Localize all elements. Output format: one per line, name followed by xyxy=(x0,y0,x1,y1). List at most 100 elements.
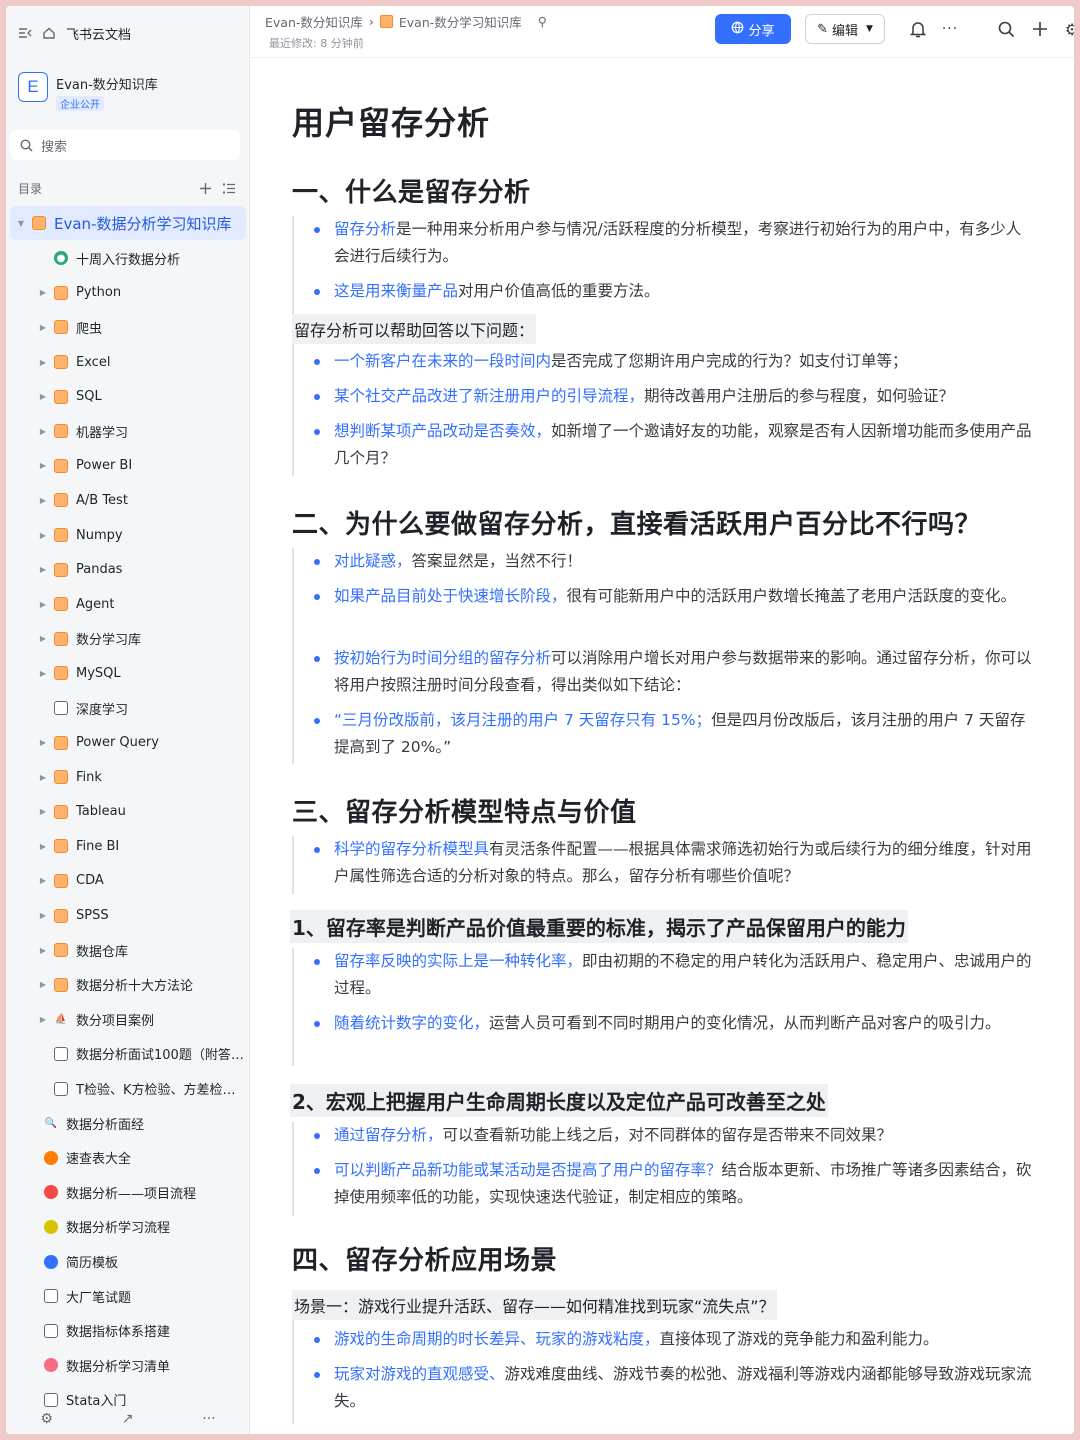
expand-caret-icon[interactable]: ▶ xyxy=(38,600,48,609)
sidebar-tree-item[interactable]: 🔍 数据分析面经 xyxy=(10,1106,246,1141)
add-icon[interactable] xyxy=(199,182,212,195)
sidebar-tree-item[interactable]: 简历模板 xyxy=(10,1244,246,1279)
knowledge-base-icon xyxy=(54,424,68,439)
home-icon[interactable] xyxy=(42,26,56,40)
settings-icon[interactable]: ⚙ xyxy=(1061,18,1074,40)
search-icon[interactable] xyxy=(995,18,1017,40)
expand-caret-icon[interactable]: ▶ xyxy=(38,531,48,540)
expand-caret-icon[interactable]: ▶ xyxy=(38,911,48,920)
knowledge-base-logo-icon: E xyxy=(18,72,48,102)
sidebar-tree-item[interactable]: ▶ 数分学习库 xyxy=(10,622,246,657)
expand-caret-icon[interactable]: ▶ xyxy=(38,980,48,989)
expand-caret-icon[interactable]: ▶ xyxy=(38,496,48,505)
sidebar-tree-item[interactable]: ▶ Python xyxy=(10,276,246,311)
list-item-highlight: 按初始行为时间分组的留存分析 xyxy=(334,649,552,667)
knowledge-base-icon xyxy=(54,355,68,370)
share-button[interactable]: 分享 xyxy=(715,14,791,44)
list-item-highlight: 一个新客户在未来的一段时间内 xyxy=(334,352,552,370)
add-icon[interactable] xyxy=(1029,18,1051,40)
list-item-text: 运营人员可看到不同时期用户的变化情况，从而判断产品对客户的吸引力。 xyxy=(489,1014,1001,1032)
sidebar-tree-label: Fink xyxy=(76,769,102,785)
sidebar-tree-item[interactable]: ▶ Fine BI xyxy=(10,829,246,864)
sidebar-tree-item[interactable]: ▶ 机器学习 xyxy=(10,414,246,449)
sidebar-tree-item[interactable]: ▶ Power Query xyxy=(10,725,246,760)
sidebar-tree-item[interactable]: ● 十周入行数据分析 xyxy=(10,241,246,276)
more-icon[interactable]: ··· xyxy=(202,1411,215,1427)
sidebar-tree-item[interactable]: 数据指标体系搭建 xyxy=(10,1313,246,1348)
search-input[interactable]: 搜索 xyxy=(10,130,240,160)
sidebar-tree-item[interactable]: ▶ Fink xyxy=(10,760,246,795)
app-name[interactable]: 飞书云文档 xyxy=(66,24,131,43)
expand-caret-icon[interactable]: ▼ xyxy=(16,219,26,228)
expand-caret-icon[interactable]: ▶ xyxy=(38,842,48,851)
expand-caret-icon[interactable]: ▶ xyxy=(38,392,48,401)
sidebar-tree-item[interactable]: ▶ A/B Test xyxy=(10,483,246,518)
sidebar-tree-item[interactable]: T检验、K方检验、方差检验... xyxy=(10,1071,246,1106)
sidebar-tree-item[interactable]: ▶ ⛵ 数分项目案例 xyxy=(10,1002,246,1037)
expand-caret-icon[interactable]: ▶ xyxy=(38,1015,48,1024)
expand-caret-icon[interactable]: ▶ xyxy=(38,876,48,885)
toc-label: 目录 xyxy=(18,182,43,196)
more-icon[interactable]: ··· xyxy=(939,18,961,40)
bell-icon[interactable] xyxy=(907,18,929,40)
sidebar-tree-item[interactable]: ▶ SQL xyxy=(10,379,246,414)
edit-button[interactable]: ✎ 编辑 ▼ xyxy=(805,14,885,44)
sidebar-tree-item[interactable]: ▶ Agent xyxy=(10,587,246,622)
quote-block-6: 场景一：游戏行业提升活跃、留存——如何精准找到玩家“流失点”？ 游戏的生命周期的… xyxy=(292,1290,1032,1424)
expand-caret-icon[interactable]: ▶ xyxy=(38,807,48,816)
edit-label: 编辑 xyxy=(831,23,858,39)
expand-caret-icon[interactable]: ▶ xyxy=(38,461,48,470)
expand-caret-icon[interactable]: ▶ xyxy=(38,738,48,747)
knowledge-base-icon xyxy=(379,15,393,28)
expand-caret-icon[interactable]: ▶ xyxy=(38,773,48,782)
sidebar-tree-item[interactable]: ▶ SPSS xyxy=(10,898,246,933)
sidebar-tree-item[interactable]: ▶ Numpy xyxy=(10,518,246,553)
breadcrumb-item-kb[interactable]: Evan-数分知识库 xyxy=(265,12,363,31)
expand-caret-icon[interactable]: ▶ xyxy=(38,946,48,955)
settings-icon[interactable]: ⚙ xyxy=(40,1411,53,1427)
sidebar-tree-item[interactable]: ▶ 数据仓库 xyxy=(10,933,246,968)
expand-caret-icon[interactable]: ▶ xyxy=(38,427,48,436)
sidebar-tree-item[interactable]: ▶ 爬虫 xyxy=(10,310,246,345)
sidebar-tree-item[interactable]: ▶ Pandas xyxy=(10,552,246,587)
sidebar-tree-item[interactable]: 数据分析学习流程 xyxy=(10,1210,246,1245)
sidebar-tree-item[interactable]: ▶ 数据分析十大方法论 xyxy=(10,967,246,1002)
sidebar-tree-item[interactable]: 数据分析学习清单 xyxy=(10,1348,246,1383)
expand-caret-icon[interactable]: ▶ xyxy=(38,323,48,332)
expand-caret-icon[interactable]: ▶ xyxy=(38,288,48,297)
chevron-down-icon: ▼ xyxy=(866,24,873,34)
expand-caret-icon[interactable]: ▶ xyxy=(38,634,48,643)
list-item-highlight: 如果产品目前处于快速增长阶段， xyxy=(334,587,567,605)
sidebar-tree-item[interactable]: ▶ MySQL xyxy=(10,656,246,691)
expand-caret-icon[interactable]: ▶ xyxy=(38,358,48,367)
toc-header: 目录 xyxy=(18,180,236,197)
sidebar-tree-item[interactable]: 速查表大全 xyxy=(10,1140,246,1175)
sidebar-tree-item[interactable]: 数据分析——项目流程 xyxy=(10,1175,246,1210)
collapse-sidebar-icon[interactable] xyxy=(18,26,32,40)
section-heading-4: 四、留存分析应用场景 xyxy=(292,1246,558,1276)
sidebar-tree-item[interactable]: ▶ Power BI xyxy=(10,449,246,484)
share-out-icon[interactable]: ↗ xyxy=(122,1411,134,1427)
highlight-line: 留存分析可以帮助回答以下问题： xyxy=(292,314,537,344)
sidebar-tree-item[interactable]: ▶ CDA xyxy=(10,864,246,899)
expand-caret-icon[interactable]: ▶ xyxy=(38,669,48,678)
toc-options-icon[interactable] xyxy=(222,182,236,195)
sidebar-tree-label: 简历模板 xyxy=(66,1256,119,1272)
sidebar-tree-item[interactable]: ▶ Excel xyxy=(10,345,246,380)
sidebar-tree-item[interactable]: ▶ Tableau xyxy=(10,795,246,830)
sidebar-tree-label: 机器学习 xyxy=(76,425,129,441)
knowledge-base-icon xyxy=(54,528,68,543)
expand-caret-icon[interactable]: ▶ xyxy=(38,565,48,574)
sidebar-tree-item[interactable]: 数据分析面试100题（附答案... xyxy=(10,1037,246,1072)
pin-icon[interactable]: ⚲ xyxy=(538,14,547,29)
breadcrumb-item-doc[interactable]: Evan-数分学习知识库 xyxy=(399,12,522,31)
coin-icon xyxy=(44,1219,58,1234)
sidebar-tree-item[interactable]: 大厂笔试题 xyxy=(10,1279,246,1314)
tree-root-item[interactable]: ▼ Evan-数据分析学习知识库 xyxy=(10,206,246,240)
sub-heading-2: 2、宏观上把握用户生命周期长度以及定位产品可改善至之处 xyxy=(290,1084,828,1117)
sidebar-tree-label: A/B Test xyxy=(76,492,128,508)
sidebar-tree-item[interactable]: 深度学习 xyxy=(10,691,246,726)
sidebar-footer: ⚙ ↗ ··· xyxy=(6,1404,250,1434)
quote-block-1: 留存分析是一种用来分析用户参与情况/活跃程度的分析模型，考察进行初始行为的用户中… xyxy=(292,216,1032,476)
knowledge-base-card[interactable]: E Evan-数分知识库 企业公开 xyxy=(18,72,158,112)
